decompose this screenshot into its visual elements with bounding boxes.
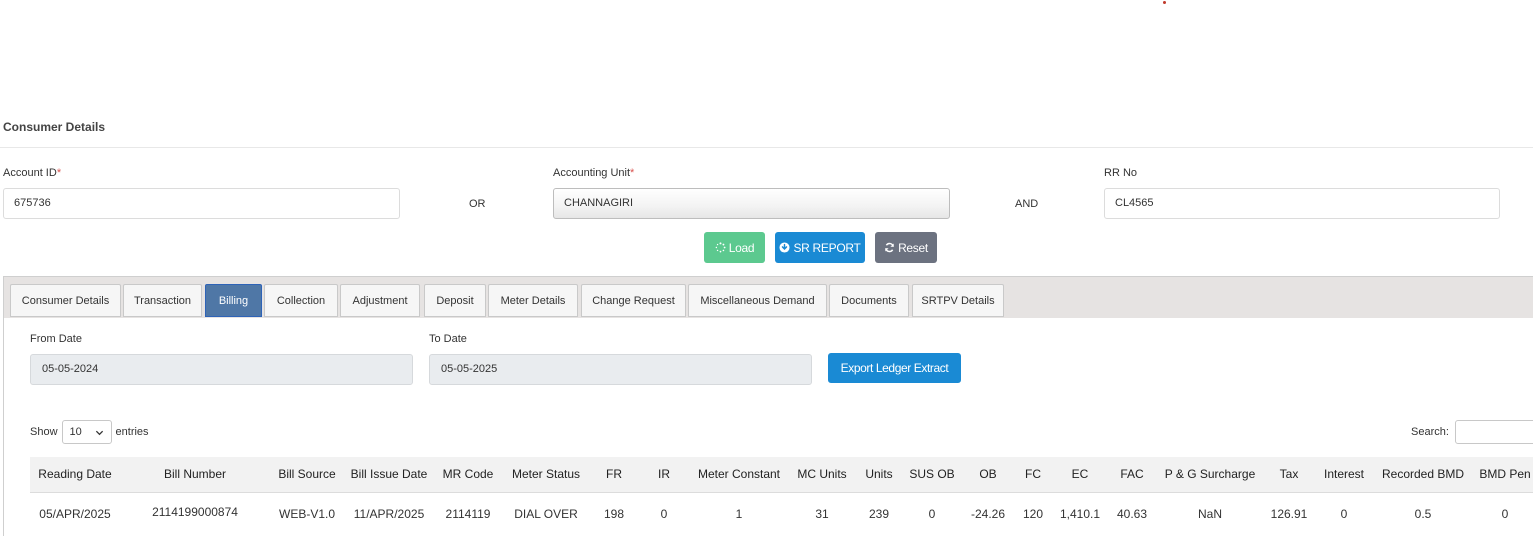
from-date-label: From Date [30, 333, 82, 345]
table-cell: WEB-V1.0 [278, 507, 336, 521]
to-date-input[interactable]: 05-05-2025 [429, 354, 812, 385]
tab-miscellaneous-demand[interactable]: Miscellaneous Demand [688, 284, 827, 317]
table-cell: 198 [603, 507, 625, 521]
download-circle-icon [779, 242, 790, 253]
from-date-input[interactable]: 05-05-2024 [30, 354, 413, 385]
table-cell: DIAL OVER [514, 507, 578, 521]
account-id-input[interactable]: 675736 [3, 188, 400, 219]
table-cell: 0 [1501, 507, 1509, 521]
entries-select[interactable]: 10 [61, 420, 112, 444]
section-divider [0, 147, 1533, 148]
tab-collection[interactable]: Collection [264, 284, 338, 317]
tab-deposit[interactable]: Deposit [424, 284, 486, 317]
column-header[interactable]: Units [865, 467, 892, 481]
sr-report-button-label: SR REPORT [793, 240, 861, 255]
column-header[interactable]: SUS OB [909, 467, 954, 481]
column-header[interactable]: Reading Date [38, 467, 111, 481]
table-cell: 31 [815, 507, 829, 521]
tab-adjustment[interactable]: Adjustment [340, 284, 420, 317]
table-cell: 0 [1340, 507, 1348, 521]
export-ledger-button[interactable]: Export Ledger Extract [828, 353, 961, 383]
tab-change-request[interactable]: Change Request [581, 284, 686, 317]
table-cell: 11/APR/2025 [353, 507, 425, 521]
account-id-label: Account ID* [3, 167, 62, 179]
table-cell: 1 [735, 507, 743, 521]
table-cell: 239 [868, 507, 890, 521]
column-header[interactable]: Meter Constant [698, 467, 780, 481]
tab-meter-details[interactable]: Meter Details [488, 284, 578, 317]
column-header[interactable]: OB [979, 467, 996, 481]
column-header[interactable]: FAC [1120, 467, 1143, 481]
and-connector: AND [1015, 198, 1039, 210]
search-label: Search: [1411, 426, 1449, 438]
table-cell: 2114199000874 [152, 505, 238, 519]
column-header[interactable]: FR [606, 467, 622, 481]
refresh-icon [885, 242, 894, 253]
column-header[interactable]: MR Code [443, 467, 494, 481]
or-connector: OR [469, 198, 486, 210]
table-cell: -24.26 [970, 507, 1006, 521]
chevron-down-icon [95, 430, 103, 435]
tab-consumer-details[interactable]: Consumer Details [10, 284, 121, 317]
tab-transaction[interactable]: Transaction [123, 284, 202, 317]
table-cell: 0.5 [1414, 507, 1432, 521]
tab-srtpv-details[interactable]: SRTPV Details [912, 284, 1004, 317]
table-cell: 2114119 [445, 507, 491, 521]
show-entries-control: Show 10 entries [30, 420, 149, 444]
column-header[interactable]: MC Units [797, 467, 846, 481]
accounting-unit-select[interactable]: CHANNAGIRI [553, 188, 950, 219]
table-cell: 120 [1022, 507, 1044, 521]
spinner-icon [715, 242, 726, 253]
table-cell: 05/APR/2025 [39, 507, 111, 521]
column-header[interactable]: Recorded BMD [1382, 467, 1464, 481]
load-button-label: Load [728, 240, 755, 255]
show-label: Show [30, 426, 58, 438]
column-header[interactable]: EC [1072, 467, 1089, 481]
entries-label: entries [115, 426, 149, 438]
column-header[interactable]: IR [658, 467, 670, 481]
table-cell: 0 [928, 507, 936, 521]
column-header[interactable]: Meter Status [512, 467, 580, 481]
column-header[interactable]: FC [1025, 467, 1041, 481]
reset-button-label: Reset [898, 240, 928, 255]
reset-button[interactable]: Reset [875, 232, 937, 263]
to-date-label: To Date [429, 333, 467, 345]
column-header[interactable]: Bill Number [164, 467, 226, 481]
header-divider [30, 492, 1533, 493]
column-header[interactable]: P & G Surcharge [1165, 467, 1256, 481]
search-input[interactable] [1454, 420, 1533, 444]
load-button[interactable]: Load [704, 232, 765, 263]
column-header[interactable]: Bill Issue Date [351, 467, 428, 481]
table-cell: NaN [1197, 507, 1223, 521]
sr-report-button[interactable]: SR REPORT [775, 232, 865, 263]
column-header[interactable]: Interest [1324, 467, 1364, 481]
rr-no-input[interactable]: CL4565 [1104, 188, 1500, 219]
table-header [30, 457, 1533, 493]
rr-no-label: RR No [1104, 167, 1138, 179]
tab-billing[interactable]: Billing [205, 284, 262, 317]
table-cell: 40.63 [1116, 507, 1148, 521]
entries-value: 10 [69, 426, 82, 438]
table-cell: 1,410.1 [1059, 507, 1101, 521]
column-header[interactable]: Tax [1280, 467, 1299, 481]
tab-documents[interactable]: Documents [829, 284, 909, 317]
red-dot-marker [1163, 1, 1166, 4]
section-title: Consumer Details [3, 120, 106, 134]
column-header[interactable]: BMD Pen [1479, 467, 1530, 481]
table-cell: 0 [660, 507, 668, 521]
table-cell: 126.91 [1270, 507, 1308, 521]
column-header[interactable]: Bill Source [278, 467, 335, 481]
accounting-unit-label: Accounting Unit* [553, 167, 635, 179]
table-search: Search: [1411, 420, 1533, 444]
